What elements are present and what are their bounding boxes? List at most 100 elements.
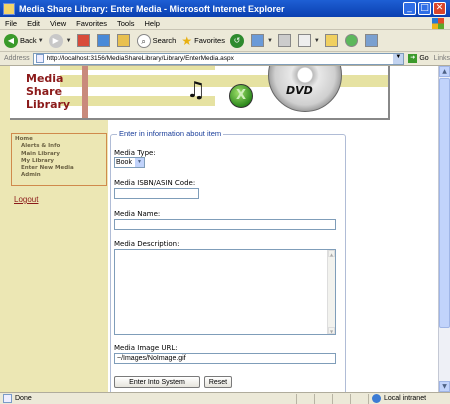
address-input[interactable]: http://localhost:3156/MediaShareLibrary/… (32, 52, 405, 65)
folder-button[interactable] (324, 34, 340, 47)
forward-icon: ▶ (48, 33, 63, 48)
page-scrollbar[interactable]: ▲ ▼ (438, 66, 450, 392)
back-label: Back (20, 36, 37, 45)
chevron-down-icon: ▼ (135, 158, 144, 167)
menu-edit[interactable]: Edit (22, 19, 45, 28)
isbn-label: Media ISBN/ASIN Code: (114, 179, 196, 187)
print-icon (277, 34, 291, 47)
page-viewport: Media Share Library ♫ X DVD Home Alerts … (0, 66, 438, 392)
scroll-down-icon[interactable]: ▼ (328, 327, 335, 334)
refresh-button[interactable] (96, 34, 112, 47)
media-type-label: Media Type: (114, 149, 156, 157)
edit-button[interactable]: ▼ (297, 34, 320, 47)
home-icon (116, 34, 130, 47)
search-icon: ⌕ (136, 33, 151, 48)
media-name-input[interactable] (114, 219, 336, 230)
media-type-select[interactable]: Book ▼ (114, 157, 145, 168)
image-url-input[interactable]: ~/Images/NoImage.gif (114, 353, 336, 364)
address-bar: Address http://localhost:3156/MediaShare… (0, 52, 450, 66)
site-banner: Media Share Library ♫ X DVD (10, 66, 390, 120)
back-icon: ◀ (4, 33, 18, 48)
scroll-up-icon[interactable]: ▲ (439, 66, 450, 77)
history-icon: ↺ (229, 33, 244, 48)
status-segment (296, 393, 314, 404)
scrollbar-thumb[interactable] (439, 78, 450, 328)
nav-item-my-library[interactable]: My Library (15, 158, 103, 165)
menu-view[interactable]: View (45, 19, 71, 28)
nav-menu: Home Alerts & Info Main Library My Libra… (11, 133, 107, 186)
back-button[interactable]: ◀ Back ▼ (4, 33, 44, 48)
dvd-logo: DVD (286, 84, 313, 97)
site-title: Media Share Library (26, 72, 71, 111)
address-dropdown-icon[interactable]: ▼ (393, 53, 404, 64)
scroll-up-icon[interactable]: ▲ (328, 250, 335, 257)
research-icon (364, 34, 378, 47)
nav-item-alerts-info[interactable]: Alerts & Info (15, 143, 103, 150)
favorites-icon: ★ (181, 33, 193, 48)
page-done-icon (3, 394, 12, 403)
search-label: Search (152, 36, 177, 45)
status-text: Done (15, 395, 32, 402)
edit-icon (297, 34, 311, 47)
go-label: Go (419, 55, 429, 62)
menu-file[interactable]: File (0, 19, 22, 28)
windows-logo-icon (432, 18, 444, 29)
security-zone: Local intranet (368, 393, 450, 404)
address-url: http://localhost:3156/MediaShareLibrary/… (46, 55, 234, 62)
enter-into-system-button[interactable]: Enter Into System (114, 376, 200, 388)
refresh-icon (96, 34, 110, 47)
search-button[interactable]: ⌕ Search (136, 33, 177, 48)
menu-bar: File Edit View Favorites Tools Help (0, 17, 450, 30)
messenger-button[interactable] (344, 34, 360, 47)
banner-bar (82, 66, 88, 118)
page-icon (35, 54, 44, 63)
intranet-globe-icon (372, 394, 381, 403)
textarea-scrollbar[interactable]: ▲ ▼ (327, 250, 335, 334)
description-textarea[interactable]: ▲ ▼ (114, 249, 336, 335)
folder-icon (324, 34, 338, 47)
mail-icon (250, 34, 264, 47)
status-segment (314, 393, 332, 404)
scroll-down-icon[interactable]: ▼ (439, 381, 450, 392)
nav-item-enter-new-media[interactable]: Enter New Media (15, 165, 103, 172)
nav-item-home[interactable]: Home (15, 136, 103, 143)
title-bar: Media Share Library: Enter Media - Micro… (0, 0, 450, 17)
history-button[interactable]: ↺ (229, 33, 246, 48)
print-button[interactable] (277, 34, 293, 47)
status-segment (332, 393, 350, 404)
links-button[interactable]: Links (434, 55, 450, 62)
forward-button[interactable]: ▶ ▼ (48, 33, 72, 48)
mail-button[interactable]: ▼ (250, 34, 273, 47)
ie-app-icon (3, 2, 15, 15)
status-segment (350, 393, 368, 404)
nav-item-admin[interactable]: Admin (15, 172, 103, 179)
status-bar: Done Local intranet (0, 392, 450, 404)
menu-tools[interactable]: Tools (112, 19, 140, 28)
close-button[interactable]: ✕ (433, 2, 446, 15)
isbn-input[interactable] (114, 188, 199, 199)
address-label: Address (4, 55, 30, 62)
favorites-label: Favorites (194, 36, 225, 45)
research-button[interactable] (364, 34, 380, 47)
music-note-icon: ♫ (186, 78, 206, 103)
form-legend: Enter in information about item (117, 129, 224, 138)
menu-favorites[interactable]: Favorites (71, 19, 112, 28)
logout-link[interactable]: Logout (14, 195, 38, 204)
toolbar: ◀ Back ▼ ▶ ▼ ⌕ Search ★ Favorites ↺ ▼ ▼ (0, 30, 450, 52)
maximize-button[interactable]: □ (418, 2, 431, 15)
favorites-button[interactable]: ★ Favorites (181, 34, 225, 48)
media-name-label: Media Name: (114, 210, 161, 218)
zone-label: Local intranet (384, 395, 427, 402)
image-url-label: Media Image URL: (114, 344, 178, 352)
xbox-logo-icon: X (229, 84, 253, 108)
messenger-icon (344, 34, 358, 47)
media-type-value: Book (116, 159, 132, 166)
nav-item-main-library[interactable]: Main Library (15, 151, 103, 158)
reset-button[interactable]: Reset (204, 376, 232, 388)
home-button[interactable] (116, 34, 132, 47)
menu-help[interactable]: Help (140, 19, 165, 28)
minimize-button[interactable]: _ (403, 2, 416, 15)
go-button[interactable]: ➜ Go (408, 54, 429, 63)
stop-button[interactable] (76, 34, 92, 47)
go-arrow-icon: ➜ (408, 54, 418, 63)
